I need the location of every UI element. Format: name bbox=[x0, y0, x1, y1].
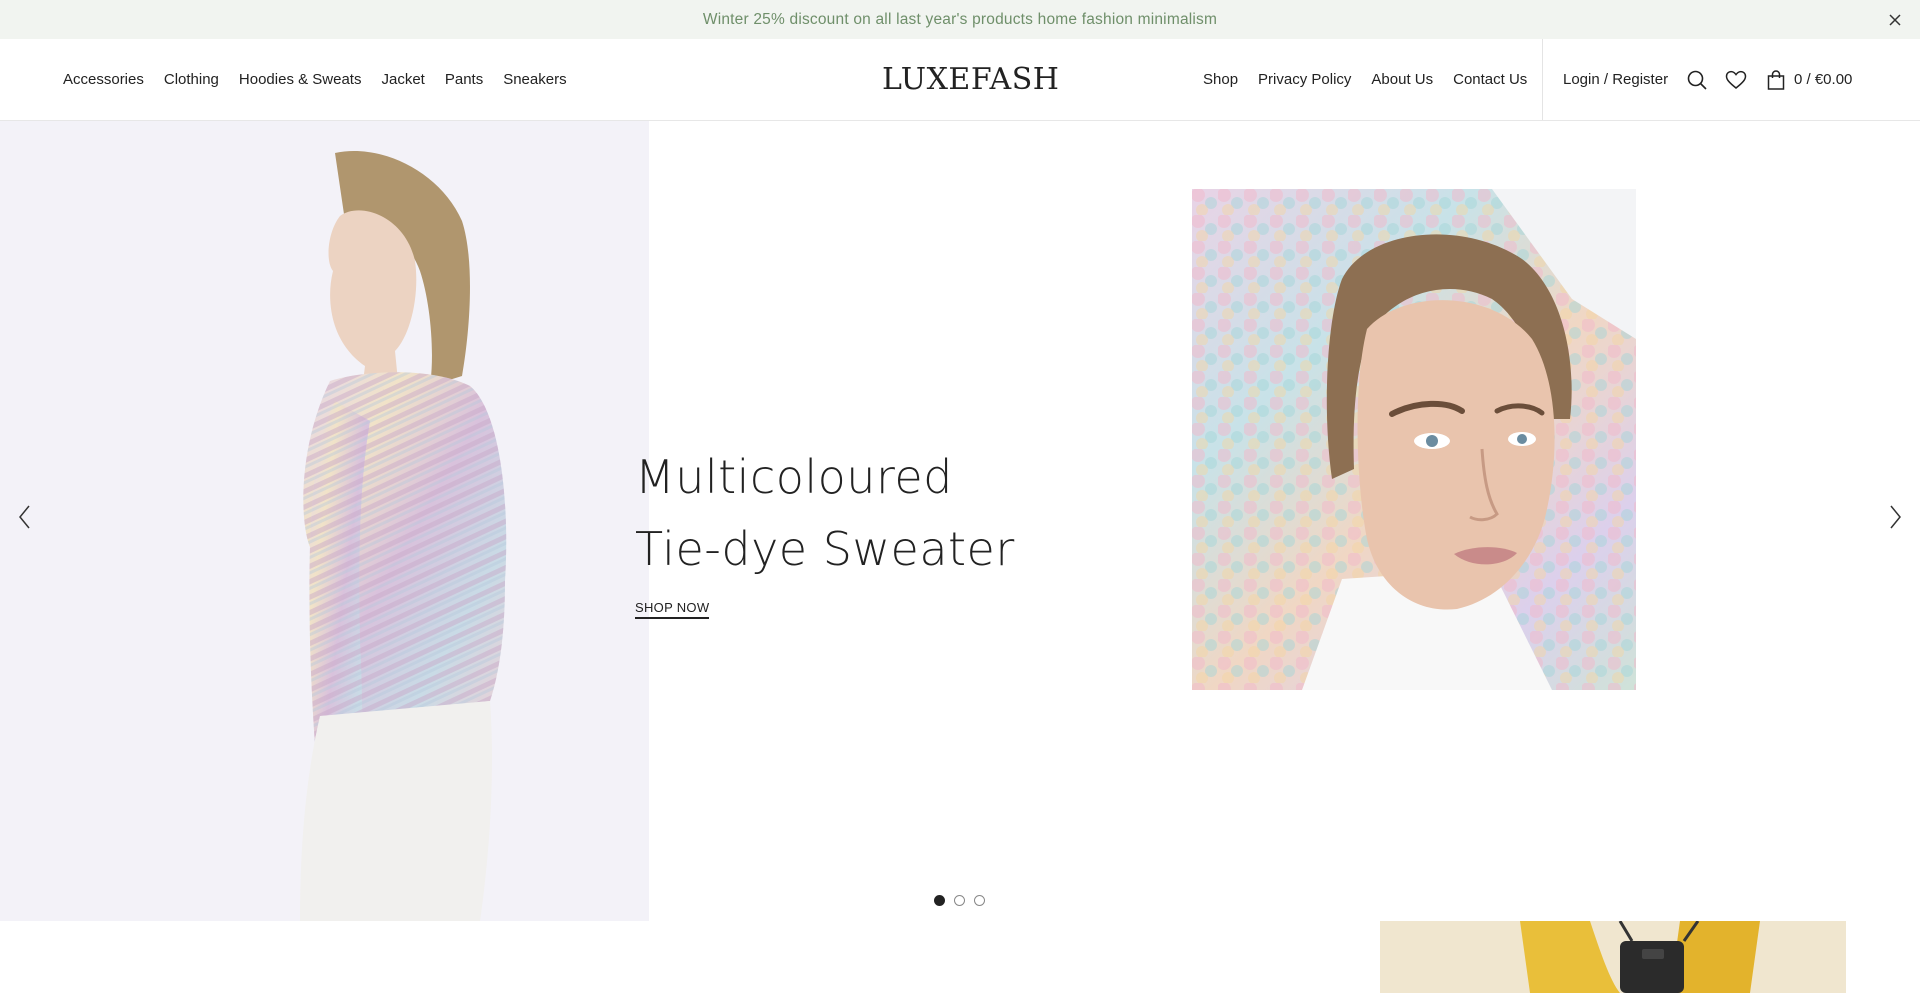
slider-pagination bbox=[934, 895, 985, 906]
slide-dot-1[interactable] bbox=[934, 895, 945, 906]
nav-pants[interactable]: Pants bbox=[445, 71, 483, 88]
nav-jacket[interactable]: Jacket bbox=[381, 71, 424, 88]
announcement-bar: Winter 25% discount on all last year's p… bbox=[0, 0, 1920, 39]
nav-sneakers[interactable]: Sneakers bbox=[503, 71, 566, 88]
secondary-nav: Shop Privacy Policy About Us Contact Us bbox=[1203, 39, 1527, 120]
bag-icon[interactable] bbox=[1764, 68, 1788, 92]
nav-contact-us[interactable]: Contact Us bbox=[1453, 71, 1527, 88]
hero-portrait-image bbox=[1192, 189, 1636, 690]
slide-dot-2[interactable] bbox=[954, 895, 965, 906]
nav-accessories[interactable]: Accessories bbox=[63, 71, 144, 88]
search-icon[interactable] bbox=[1685, 68, 1709, 92]
site-logo[interactable]: LUXEFASH bbox=[882, 59, 1059, 99]
nav-hoodies-sweats[interactable]: Hoodies & Sweats bbox=[239, 71, 362, 88]
slide-dot-3[interactable] bbox=[974, 895, 985, 906]
nav-privacy-policy[interactable]: Privacy Policy bbox=[1258, 71, 1351, 88]
close-icon[interactable] bbox=[1884, 9, 1906, 31]
chevron-left-icon[interactable] bbox=[14, 502, 36, 532]
login-register-link[interactable]: Login / Register bbox=[1563, 71, 1668, 88]
site-header: Accessories Clothing Hoodies & Sweats Ja… bbox=[0, 39, 1920, 121]
shop-now-button[interactable]: SHOP NOW bbox=[635, 600, 710, 619]
nav-shop[interactable]: Shop bbox=[1203, 71, 1238, 88]
chevron-right-icon[interactable] bbox=[1884, 502, 1906, 532]
promo-teaser-image bbox=[1380, 921, 1846, 993]
announcement-text: Winter 25% discount on all last year's p… bbox=[702, 10, 1218, 28]
hero-slider: Multicoloured Tie-dye Sweater SHOP NOW bbox=[0, 121, 1920, 921]
header-divider bbox=[1542, 39, 1543, 120]
account-area: Login / Register bbox=[1563, 39, 1668, 120]
primary-nav: Accessories Clothing Hoodies & Sweats Ja… bbox=[63, 39, 567, 120]
hero-title: Multicoloured Tie-dye Sweater bbox=[635, 441, 1155, 585]
hero-title-line-2: Tie-dye Sweater bbox=[635, 522, 1015, 576]
nav-clothing[interactable]: Clothing bbox=[164, 71, 219, 88]
cart-total[interactable]: 0 / €0.00 bbox=[1794, 39, 1852, 120]
nav-about-us[interactable]: About Us bbox=[1371, 71, 1433, 88]
hero-model-image bbox=[0, 121, 649, 921]
hero-title-line-1: Multicoloured bbox=[635, 450, 953, 504]
heart-icon[interactable] bbox=[1724, 68, 1748, 92]
